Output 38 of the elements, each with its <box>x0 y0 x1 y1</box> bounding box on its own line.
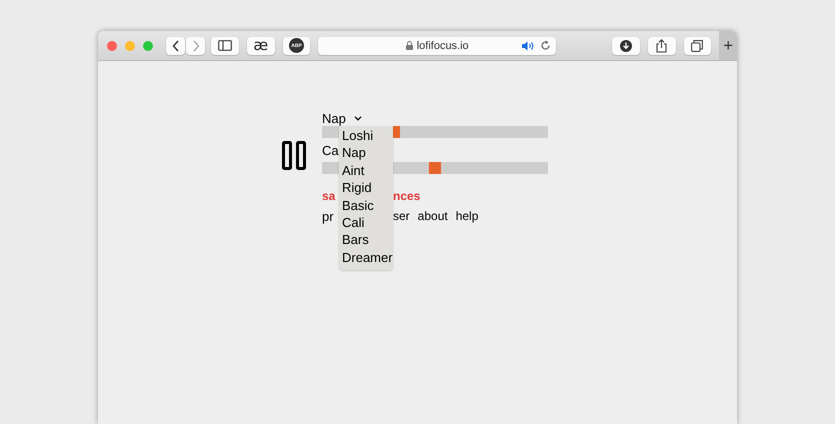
slider-thumb[interactable] <box>429 162 441 174</box>
menu-option[interactable]: Dreamer <box>339 248 393 266</box>
address-bar[interactable]: lofifocus.io <box>318 36 556 54</box>
share-icon <box>656 38 668 52</box>
back-button[interactable] <box>166 36 185 54</box>
preset-select[interactable]: Nap <box>322 110 362 126</box>
sidebar-button[interactable] <box>211 36 239 54</box>
menu-option[interactable]: Cali <box>339 214 393 232</box>
download-button[interactable] <box>612 36 640 54</box>
menu-option[interactable]: Nap <box>339 144 393 162</box>
link-text[interactable]: ser <box>393 209 410 223</box>
extension-button[interactable]: æ <box>246 36 275 54</box>
new-tab-button[interactable]: + <box>719 31 737 60</box>
chevron-icon <box>354 116 362 120</box>
menu-option[interactable]: Basic <box>339 196 393 214</box>
link-text[interactable]: nces <box>393 189 420 203</box>
sidebar-icon <box>218 40 232 51</box>
reload-icon[interactable] <box>540 40 551 51</box>
close-button[interactable] <box>107 40 117 50</box>
link-text[interactable]: Ca <box>322 142 339 158</box>
link-text[interactable]: sa <box>322 189 336 203</box>
link-text[interactable]: pr <box>322 208 334 224</box>
forward-icon <box>192 40 200 52</box>
tabs-icon <box>691 40 704 52</box>
link-text[interactable]: help <box>456 209 478 223</box>
menu-option[interactable]: Bars <box>339 231 393 249</box>
tabs-button[interactable] <box>684 36 712 54</box>
link-text[interactable]: about <box>418 209 448 223</box>
menu-option[interactable]: Loshi <box>339 127 393 144</box>
menu-option[interactable]: Rigid <box>339 179 393 197</box>
speaker-icon[interactable] <box>522 40 536 50</box>
back-icon <box>172 40 180 52</box>
download-icon <box>620 40 632 52</box>
share-button[interactable] <box>648 36 676 54</box>
pause-icon[interactable] <box>282 141 306 170</box>
url-text: lofifocus.io <box>416 40 469 52</box>
lock-icon <box>406 41 413 50</box>
menu-option[interactable]: Aint <box>339 162 393 180</box>
